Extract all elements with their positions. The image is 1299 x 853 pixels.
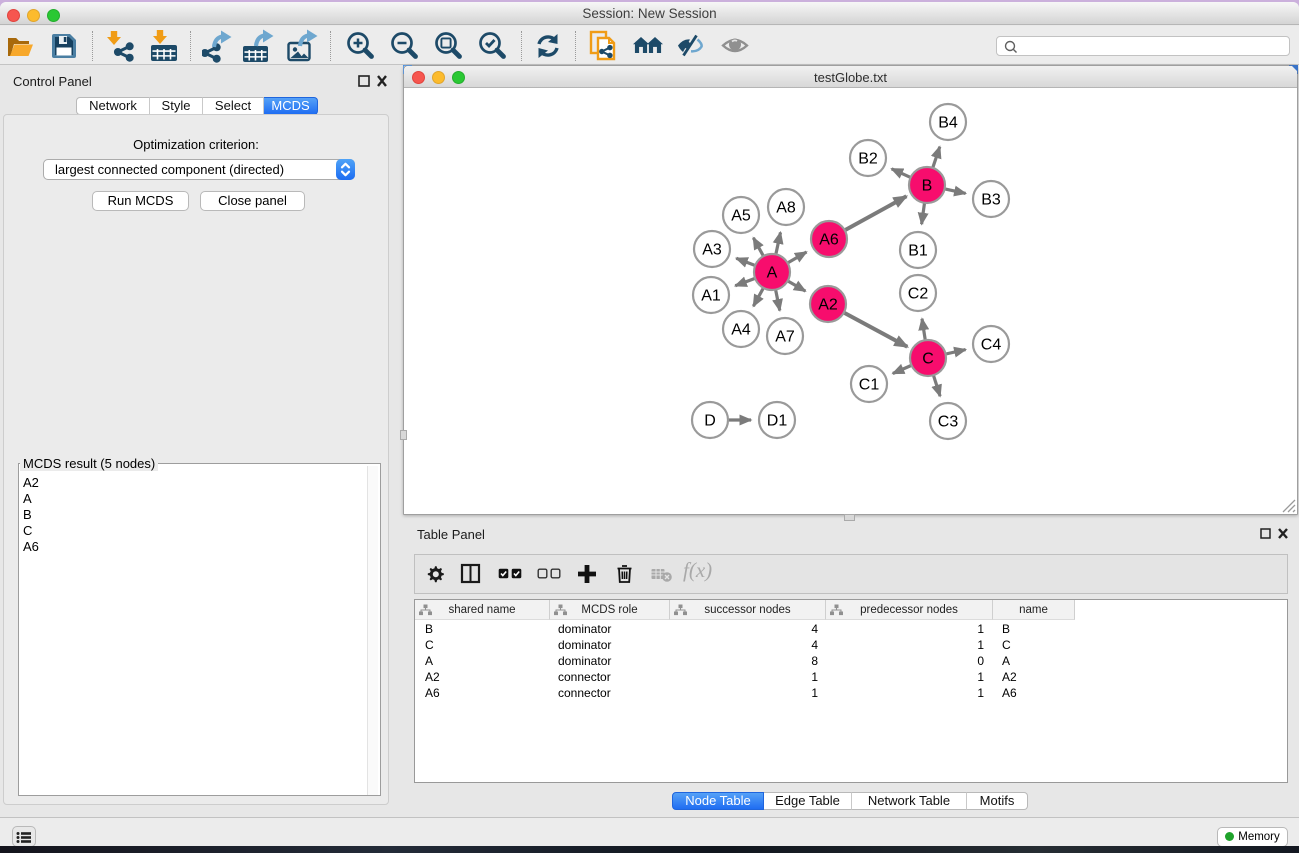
svg-text:B2: B2 [858, 151, 878, 168]
svg-text:A3: A3 [702, 242, 722, 259]
svg-text:A5: A5 [731, 208, 751, 225]
svg-text:D1: D1 [767, 413, 788, 430]
svg-text:A2: A2 [818, 297, 838, 314]
svg-text:C: C [922, 351, 934, 368]
svg-text:D: D [704, 413, 716, 430]
svg-text:C1: C1 [859, 377, 880, 394]
svg-text:B1: B1 [908, 243, 928, 260]
svg-text:A4: A4 [731, 322, 751, 339]
svg-text:C2: C2 [908, 286, 929, 303]
svg-text:B: B [922, 178, 933, 195]
svg-text:A1: A1 [701, 288, 721, 305]
svg-text:A: A [767, 265, 778, 282]
svg-text:C4: C4 [981, 337, 1002, 354]
svg-text:B3: B3 [981, 192, 1001, 209]
svg-text:A7: A7 [775, 329, 795, 346]
svg-text:A8: A8 [776, 200, 796, 217]
svg-text:C3: C3 [938, 414, 959, 431]
svg-text:A6: A6 [819, 232, 839, 249]
svg-text:B4: B4 [938, 115, 958, 132]
